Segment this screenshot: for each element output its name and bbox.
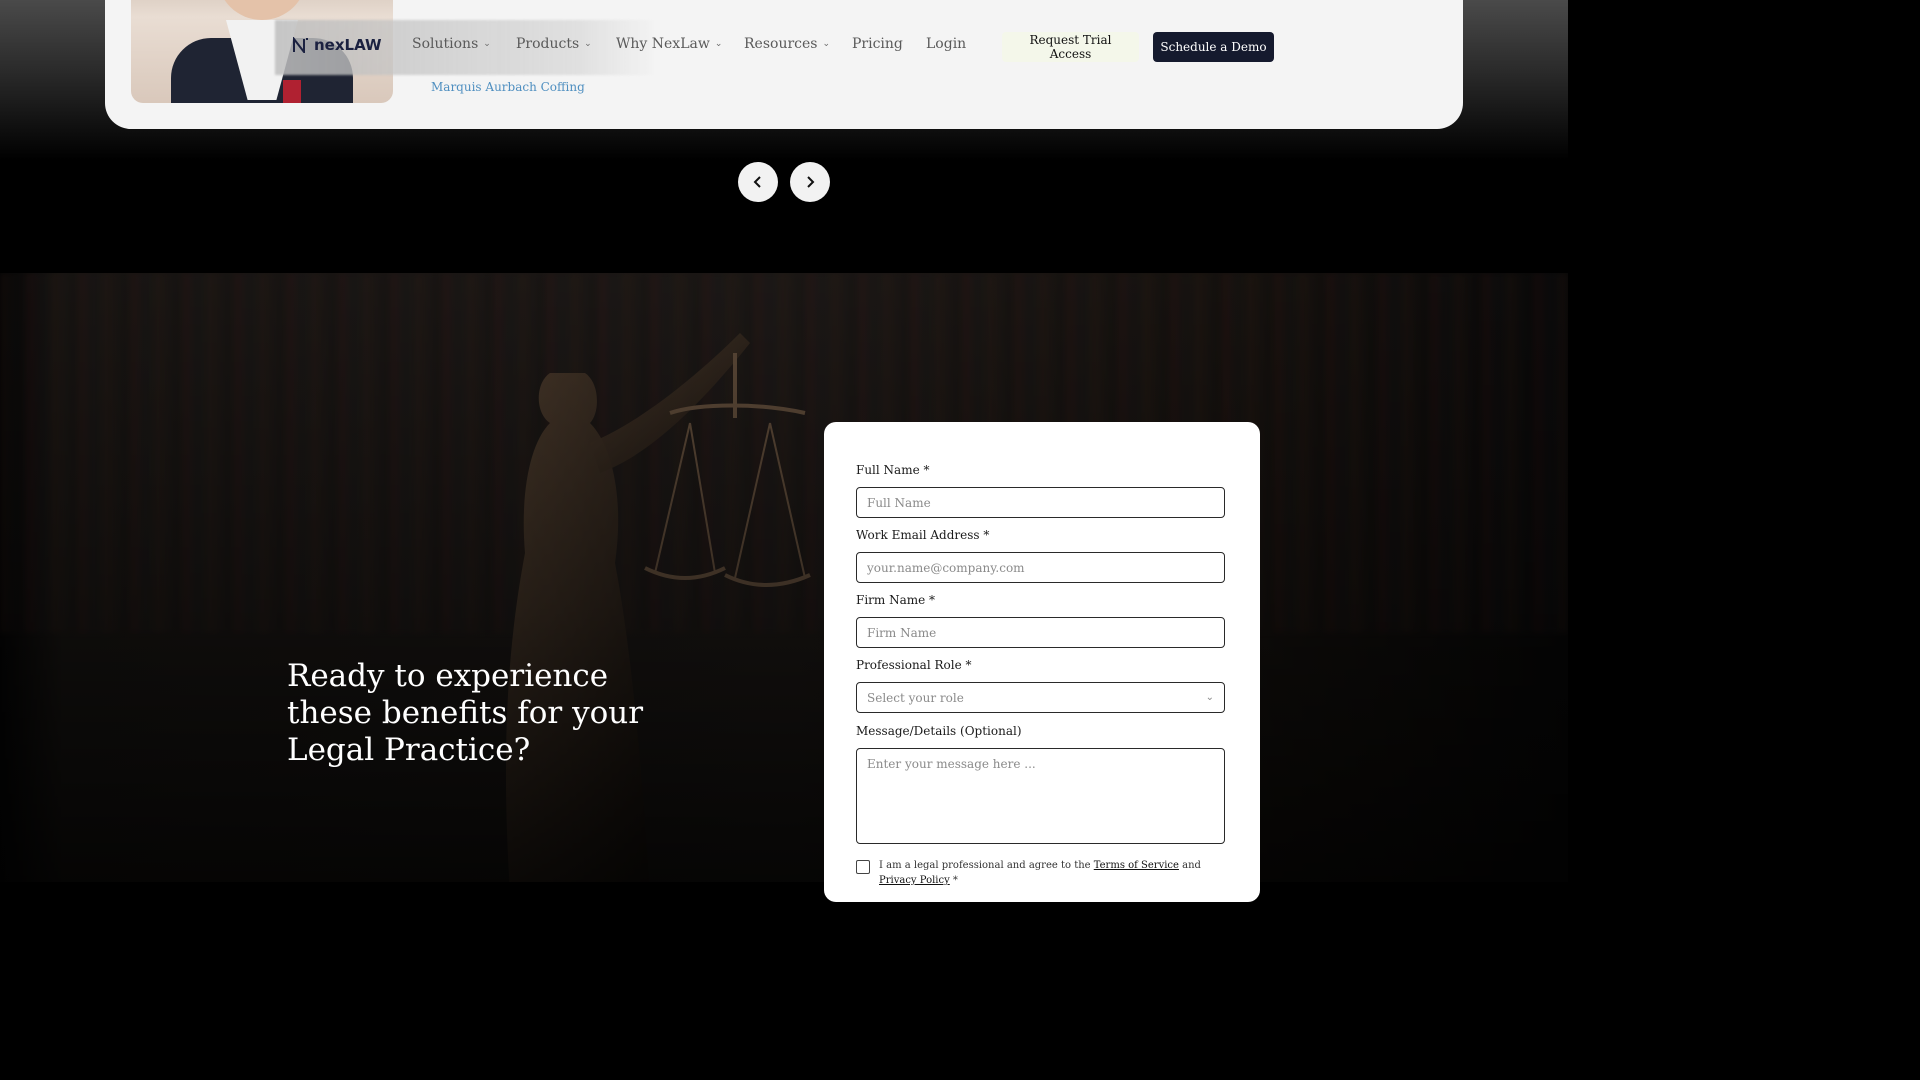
nav-item-label: Login (926, 36, 967, 52)
consent-text: I am a legal professional and agree to t… (879, 860, 1201, 886)
nav-item-label: Solutions (412, 36, 479, 52)
hero-dark-overlay (0, 273, 1568, 882)
firm-name-input[interactable] (856, 617, 1225, 648)
privacy-link[interactable]: Privacy Policy (879, 875, 950, 886)
carousel-next-button[interactable] (790, 162, 830, 202)
message-textarea[interactable] (856, 748, 1225, 844)
consent-row: I am a legal professional and agree to t… (856, 858, 1216, 888)
nav-item-why-nexlaw[interactable]: Why NexLaw ⌄ (616, 36, 722, 52)
nexlaw-logo[interactable]: nexLAW (292, 36, 382, 54)
nav-item-login[interactable]: Login (926, 36, 966, 52)
chevron-left-icon (753, 176, 761, 188)
nav-item-label: Resources (744, 36, 818, 52)
chevron-down-icon: ⌄ (822, 39, 831, 49)
chevron-down-icon: ⌄ (1205, 692, 1214, 703)
full-name-input[interactable] (856, 487, 1225, 518)
email-input[interactable] (856, 552, 1225, 583)
role-label: Professional Role * (856, 658, 972, 672)
demo-request-form: Full Name * Work Email Address * Firm Na… (824, 422, 1260, 902)
chevron-down-icon: ⌄ (483, 39, 491, 49)
testimonial-author-link[interactable]: Marquis Aurbach Coffing (431, 80, 585, 94)
message-label: Message/Details (Optional) (856, 724, 1022, 738)
cta-hero-section: Ready to experience these benefits for y… (0, 273, 1568, 882)
nav-item-resources[interactable]: Resources ⌄ (744, 36, 830, 52)
terms-link[interactable]: Terms of Service (1094, 860, 1179, 871)
firm-name-label: Firm Name * (856, 593, 936, 607)
nav-item-solutions[interactable]: Solutions ⌄ (412, 36, 491, 52)
full-name-label: Full Name * (856, 463, 930, 477)
nav-item-products[interactable]: Products ⌄ (516, 36, 592, 52)
nav-item-label: Why NexLaw (616, 36, 710, 52)
nexlaw-logo-icon (293, 37, 308, 53)
schedule-demo-button[interactable]: Schedule a Demo (1153, 32, 1274, 62)
chevron-right-icon (807, 176, 815, 188)
chevron-down-icon: ⌄ (714, 39, 723, 49)
role-select-value: Select your role (867, 690, 964, 705)
consent-checkbox[interactable] (856, 860, 870, 874)
nav-item-pricing[interactable]: Pricing (852, 36, 903, 52)
logo-text: nexLAW (314, 36, 382, 54)
carousel-prev-button[interactable] (738, 162, 778, 202)
role-select[interactable]: Select your role ⌄ (856, 682, 1225, 713)
nav-item-label: Products (516, 36, 580, 52)
hero-heading: Ready to experience these benefits for y… (287, 658, 644, 768)
request-trial-button[interactable]: Request Trial Access (1002, 32, 1139, 62)
email-label: Work Email Address * (856, 528, 990, 542)
chevron-down-icon: ⌄ (584, 39, 592, 49)
nav-item-label: Pricing (852, 36, 903, 52)
